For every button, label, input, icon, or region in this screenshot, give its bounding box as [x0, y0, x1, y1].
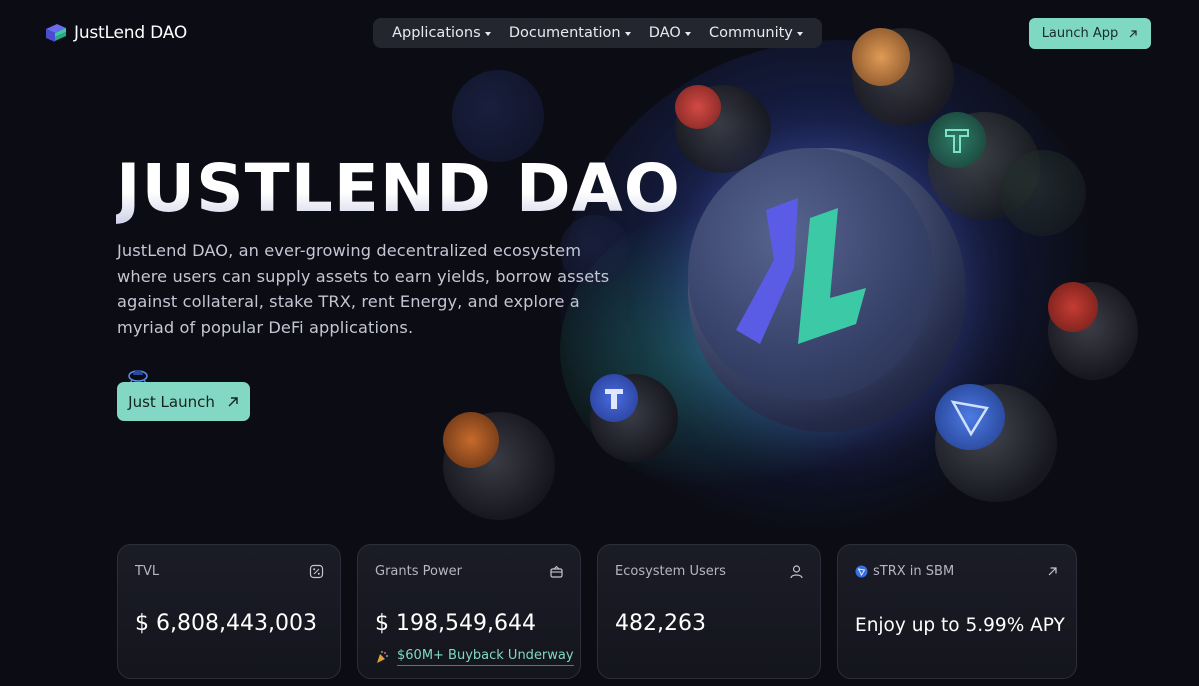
justlend-logo-icon — [46, 24, 66, 42]
strx-sbm-card[interactable]: sTRX in SBM Enjoy up to 5.99% APY — [837, 544, 1077, 679]
users-value: 482,263 — [615, 611, 706, 636]
just-launch-label: Just Launch — [128, 392, 215, 411]
buyback-link[interactable]: $60M+ Buyback Underway — [375, 648, 574, 666]
ecosystem-users-card: Ecosystem Users 482,263 — [597, 544, 821, 679]
justlend-main-coin-icon — [688, 148, 966, 432]
nav-label: Community — [708, 25, 793, 41]
nav-label: Applications — [392, 25, 481, 41]
bg-coin-faded-right — [1000, 150, 1086, 236]
stats-cards: TVL $ 6,808,443,003 Grants Power $ 198,5… — [117, 544, 1077, 679]
card-label: TVL — [135, 564, 160, 579]
arrow-up-right-icon — [1129, 29, 1137, 37]
buyback-text: $60M+ Buyback Underway — [397, 648, 574, 666]
launch-app-button[interactable]: Launch App — [1029, 18, 1151, 49]
top-header: JustLend DAO Applications Documentation … — [0, 0, 1199, 66]
bitcoin-coin-icon — [443, 412, 555, 520]
arrow-up-right-icon — [228, 396, 238, 406]
card-label: Grants Power — [375, 564, 462, 579]
tvl-card: TVL $ 6,808,443,003 — [117, 544, 341, 679]
gift-icon — [550, 565, 563, 578]
strx-label: sTRX in SBM — [873, 564, 955, 579]
arrow-up-right-icon[interactable] — [1045, 564, 1060, 579]
card-label: Ecosystem Users — [615, 564, 726, 579]
tron-blue-coin-icon — [935, 384, 1057, 502]
hero-title: JUSTLEND DAO — [116, 150, 681, 227]
grants-power-card: Grants Power $ 198,549,644 $60M+ Buyback… — [357, 544, 581, 679]
brand-logo[interactable]: JustLend DAO — [44, 21, 187, 45]
tron-red-coin-icon — [1048, 282, 1138, 380]
caret-down-icon — [796, 31, 803, 36]
caret-down-icon — [484, 31, 491, 36]
brand-name: JustLend DAO — [74, 23, 188, 43]
just-launch-button[interactable]: Just Launch — [117, 382, 250, 421]
nav-item-dao[interactable]: DAO — [649, 25, 691, 41]
nav-label: Documentation — [508, 25, 621, 41]
tusd-coin-icon — [590, 374, 678, 462]
caret-down-icon — [624, 31, 631, 36]
nav-item-community[interactable]: Community — [709, 25, 803, 41]
nav-item-applications[interactable]: Applications — [392, 25, 491, 41]
bg-coin-faded-top — [452, 70, 544, 162]
nav-label: DAO — [648, 25, 681, 41]
nav-item-documentation[interactable]: Documentation — [509, 25, 631, 41]
launch-app-label: Launch App — [1041, 26, 1119, 41]
party-popper-icon — [377, 651, 388, 663]
grants-value: $ 198,549,644 — [375, 611, 536, 636]
user-icon — [790, 565, 803, 579]
percent-icon — [309, 564, 324, 579]
caret-down-icon — [684, 31, 691, 36]
strx-coin-icon — [855, 565, 868, 578]
strx-apy-value: Enjoy up to 5.99% APY — [855, 615, 1065, 636]
tvl-value: $ 6,808,443,003 — [135, 611, 317, 636]
card-label: sTRX in SBM — [855, 564, 954, 579]
hero-description: JustLend DAO, an ever-growing decentrali… — [117, 241, 610, 337]
main-nav: Applications Documentation DAO Community — [373, 18, 822, 48]
